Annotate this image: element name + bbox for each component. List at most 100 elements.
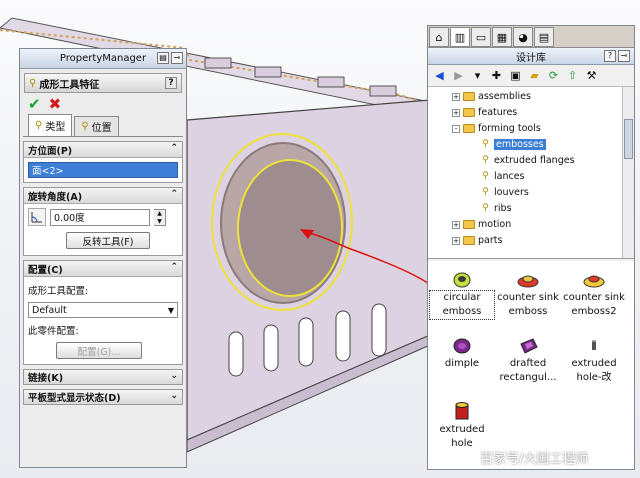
dropdown-arrow-icon[interactable]: ▾ — [470, 68, 485, 83]
add-location-icon[interactable]: ✚ — [489, 68, 504, 83]
folder-open-icon — [463, 124, 475, 133]
tab-position-label: 位置 — [91, 123, 112, 134]
rotation-angle-input[interactable]: 0.00度 — [50, 208, 150, 226]
library-item[interactable]: extruded hole-改 — [562, 335, 626, 385]
tree-item-label: lances — [494, 171, 525, 182]
split-icon[interactable]: ▤ — [157, 52, 169, 64]
face-group: 方位面(P) ⌃ 面<2> — [23, 141, 183, 183]
home-icon[interactable]: ⌂ — [429, 27, 449, 47]
tree-item-features[interactable]: + features — [452, 105, 517, 120]
forming-tool-icon: ⚲ — [81, 121, 89, 132]
tree-item-ribs[interactable]: ⚲ ribs — [480, 201, 512, 216]
library-item-label: extruded hole-改 — [571, 358, 617, 383]
tree-scrollbar[interactable] — [622, 87, 634, 258]
louver-slot — [371, 303, 387, 357]
forming-tool-icon: ⚲ — [482, 155, 489, 165]
forming-tool-icon: ⚲ — [482, 187, 489, 197]
tab-type[interactable]: ⚲ 类型 — [28, 114, 73, 136]
help-icon[interactable]: ? — [604, 50, 616, 62]
library-item-label: counter sink emboss2 — [563, 292, 625, 317]
library-item[interactable]: drafted rectangul... — [496, 335, 560, 385]
tree-item-label: ribs — [494, 203, 512, 214]
folder-icon — [463, 220, 475, 229]
tree-item-louvers[interactable]: ⚲ louvers — [480, 185, 529, 200]
back-arrow-icon[interactable]: ◀ — [432, 68, 447, 83]
tab-position[interactable]: ⚲ 位置 — [74, 116, 119, 136]
ok-check-icon[interactable]: ✔ — [28, 95, 41, 113]
tab-type-label: 类型 — [45, 122, 66, 133]
rotation-group-title: 旋转角度(A) — [28, 191, 83, 203]
library-item[interactable]: circular emboss — [429, 269, 495, 320]
tree-item-lances[interactable]: ⚲ lances — [480, 169, 525, 184]
library-item[interactable]: counter sink emboss2 — [562, 269, 626, 319]
tree-item-extruded-flanges[interactable]: ⚲ extruded flanges — [480, 153, 574, 168]
help-button[interactable]: ? — [165, 77, 177, 89]
model-tab — [369, 85, 397, 97]
property-manager-title: PropertyManager — [59, 53, 147, 64]
appearances-icon[interactable]: ◕ — [513, 27, 533, 47]
link-group-header[interactable]: 链接(K) ⌄ — [23, 369, 183, 385]
collapse-up-icon[interactable]: ⌃ — [170, 189, 178, 199]
flip-tool-button[interactable]: 反转工具(F) — [66, 232, 150, 249]
task-pane-tabs: ⌂ ▥ ▭ ▦ ◕ ▤ — [428, 26, 634, 48]
library-item[interactable]: dimple — [430, 335, 494, 371]
library-item-label: extruded hole — [439, 424, 485, 449]
pin-icon[interactable]: ⊸ — [618, 50, 630, 62]
louver-slot — [228, 331, 244, 377]
config-button[interactable]: 配置(G)... — [56, 342, 142, 359]
part-config-label: 此零件配置: — [28, 326, 79, 337]
config-group-header[interactable]: 配置(C) ⌃ — [24, 261, 182, 277]
refresh-icon[interactable]: ⟳ — [546, 68, 561, 83]
options-icon[interactable]: ⚒ — [584, 68, 599, 83]
flat-pattern-group-header[interactable]: 平板型式显示状态(D) ⌄ — [23, 389, 183, 405]
design-library-tab-icon[interactable]: ▥ — [450, 27, 470, 47]
forming-tool-icon: ⚲ — [29, 77, 37, 89]
tree-item-embosses[interactable]: ⚲ embosses — [480, 137, 546, 152]
forming-tool-gallery: circular emboss counter sink emboss coun… — [428, 261, 634, 469]
custom-properties-icon[interactable]: ▤ — [534, 27, 554, 47]
forward-arrow-icon[interactable]: ▶ — [451, 68, 466, 83]
tree-item-assemblies[interactable]: + assemblies — [452, 89, 531, 104]
collapse-up-icon[interactable]: ⌃ — [170, 262, 178, 272]
file-explorer-icon[interactable]: ▭ — [471, 27, 491, 47]
expand-plus-icon[interactable]: + — [452, 108, 460, 117]
flat-pattern-group-title: 平板型式显示状态(D) — [28, 393, 121, 404]
angle-spinner[interactable]: ▲ ▼ — [154, 208, 166, 226]
library-item[interactable]: extruded hole — [430, 401, 494, 451]
expand-plus-icon[interactable]: + — [452, 220, 460, 229]
watermark-text: 百家号/大国工程师 — [480, 452, 589, 467]
extruded-hole-icon — [452, 401, 472, 423]
config-group-title: 配置(C) — [28, 264, 63, 276]
dimple-icon — [451, 335, 473, 357]
model-tab — [254, 66, 282, 78]
up-level-icon[interactable]: ⇧ — [565, 68, 580, 83]
louver-slot — [263, 324, 279, 372]
expand-down-icon[interactable]: ⌄ — [170, 371, 178, 381]
louver-slot — [335, 310, 351, 362]
library-item[interactable]: counter sink emboss — [496, 269, 560, 319]
collapse-up-icon[interactable]: ⌃ — [170, 143, 178, 153]
new-folder-icon[interactable]: ▰ — [527, 68, 542, 83]
pin-icon[interactable]: ⊸ — [171, 52, 183, 64]
scrollbar-thumb[interactable] — [624, 119, 633, 159]
ok-cancel-row: ✔ ✖ — [20, 93, 186, 115]
tree-item-label: features — [478, 107, 518, 118]
design-library-tree: + assemblies + features - forming tools … — [428, 87, 634, 259]
face-selection-box[interactable]: 面<2> — [28, 162, 178, 178]
tree-item-parts[interactable]: + parts — [452, 233, 502, 248]
view-palette-icon[interactable]: ▦ — [492, 27, 512, 47]
property-manager-titlebar: PropertyManager ▤ ⊸ — [20, 49, 186, 69]
cancel-x-icon[interactable]: ✖ — [49, 95, 62, 113]
tree-item-motion[interactable]: + motion — [452, 217, 511, 232]
tool-config-select[interactable]: Default ▼ — [28, 302, 178, 318]
emboss-face — [237, 159, 343, 297]
expand-plus-icon[interactable]: + — [452, 92, 460, 101]
expand-plus-icon[interactable]: + — [452, 236, 460, 245]
tree-item-forming-tools[interactable]: - forming tools — [452, 121, 541, 136]
model-tab — [204, 57, 232, 69]
collapse-minus-icon[interactable]: - — [452, 124, 460, 133]
rotation-group-header[interactable]: 旋转角度(A) ⌃ — [24, 188, 182, 204]
face-group-header[interactable]: 方位面(P) ⌃ — [24, 142, 182, 158]
expand-down-icon[interactable]: ⌄ — [170, 391, 178, 401]
add-to-library-icon[interactable]: ▣ — [508, 68, 523, 83]
